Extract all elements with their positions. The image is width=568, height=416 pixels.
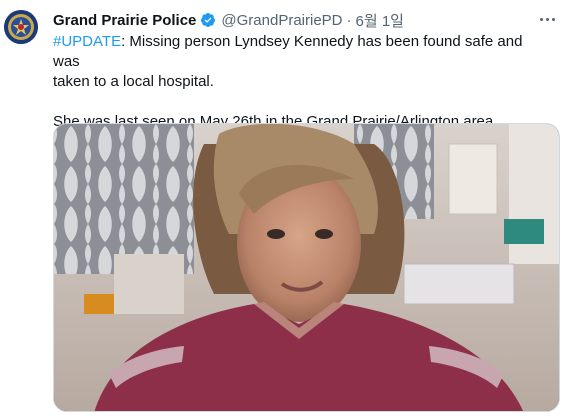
police-badge-icon <box>4 10 38 44</box>
tweet-photo[interactable] <box>53 123 560 412</box>
tweet-text: #UPDATE: Missing person Lyndsey Kennedy … <box>53 32 553 132</box>
hashtag-link[interactable]: #UPDATE <box>53 33 121 50</box>
profile-avatar[interactable] <box>4 10 38 44</box>
verified-badge-icon <box>200 12 216 28</box>
tweet-text-line1: : Missing person Lyndsey Kennedy has bee… <box>53 33 523 70</box>
user-handle[interactable]: @GrandPrairiePD <box>221 12 342 29</box>
tweet[interactable]: Grand Prairie Police @GrandPrairiePD · 6… <box>0 0 568 416</box>
tweet-text-line2: taken to a local hospital. <box>53 73 214 90</box>
separator-dot: · <box>346 11 352 29</box>
more-options-icon[interactable] <box>536 8 558 30</box>
timestamp[interactable]: 6월 1일 <box>356 10 404 31</box>
display-name[interactable]: Grand Prairie Police <box>53 12 196 29</box>
selfie-photo-image <box>54 124 559 411</box>
tweet-header: Grand Prairie Police @GrandPrairiePD · 6… <box>53 10 404 30</box>
